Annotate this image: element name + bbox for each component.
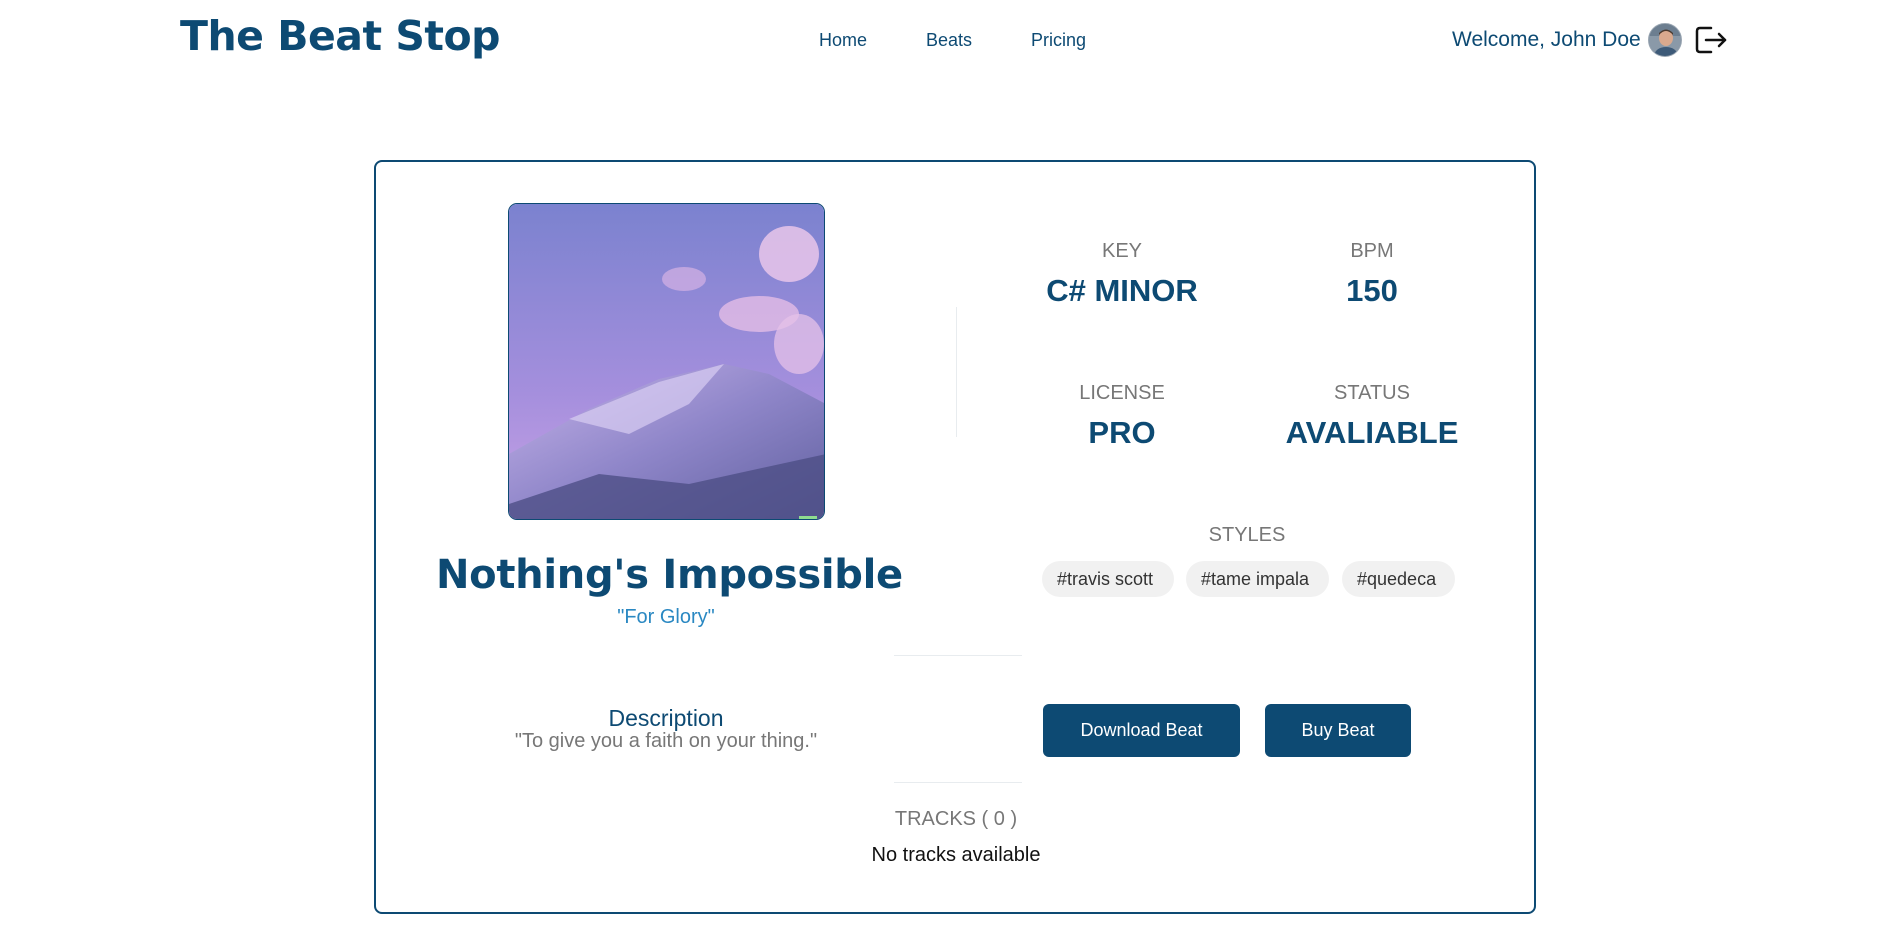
welcome-text: Welcome, John Doe <box>1452 28 1641 51</box>
description-title: Description <box>608 705 724 731</box>
beat-cover-image <box>508 203 825 520</box>
status-value: AVALIABLE <box>1285 415 1459 450</box>
nav-beats-link[interactable]: Beats <box>926 30 972 51</box>
license-label: LICENSE <box>1079 382 1165 404</box>
bpm-value: 150 <box>1346 273 1398 308</box>
section-divider <box>894 782 1022 783</box>
key-stat: KEY C# MINOR <box>1002 240 1242 309</box>
logout-icon[interactable] <box>1694 24 1728 56</box>
download-beat-button[interactable]: Download Beat <box>1043 704 1240 757</box>
beat-detail-card: Nothing's Impossible "For Glory" KEY C# … <box>374 160 1536 914</box>
license-stat: LICENSE PRO <box>1002 382 1242 451</box>
tracks-label: TRACKS ( 0 ) <box>894 808 1018 830</box>
style-tag[interactable]: #quedeca <box>1342 561 1455 597</box>
style-tag[interactable]: #tame impala <box>1186 561 1329 597</box>
vertical-divider <box>956 307 957 437</box>
styles-label: STYLES <box>1208 524 1286 546</box>
description-text: "To give you a faith on your thing." <box>514 730 818 752</box>
bpm-label: BPM <box>1350 240 1394 262</box>
buy-beat-button[interactable]: Buy Beat <box>1265 704 1411 757</box>
beat-title: Nothing's Impossible <box>436 552 903 598</box>
section-divider <box>894 655 1022 656</box>
beat-subtitle: "For Glory" <box>617 606 715 628</box>
bpm-stat: BPM 150 <box>1252 240 1492 309</box>
user-avatar[interactable] <box>1648 23 1682 57</box>
header: The Beat Stop Home Beats Pricing Welcome… <box>0 0 1898 80</box>
nav-pricing-link[interactable]: Pricing <box>1031 30 1086 51</box>
license-value: PRO <box>1088 415 1156 450</box>
tracks-empty-message: No tracks available <box>871 844 1041 866</box>
status-label: STATUS <box>1334 382 1410 404</box>
nav-home-link[interactable]: Home <box>819 30 867 51</box>
style-tag[interactable]: #travis scott <box>1042 561 1174 597</box>
key-label: KEY <box>1101 240 1143 262</box>
status-stat: STATUS AVALIABLE <box>1252 382 1492 451</box>
key-value: C# MINOR <box>1046 273 1198 308</box>
